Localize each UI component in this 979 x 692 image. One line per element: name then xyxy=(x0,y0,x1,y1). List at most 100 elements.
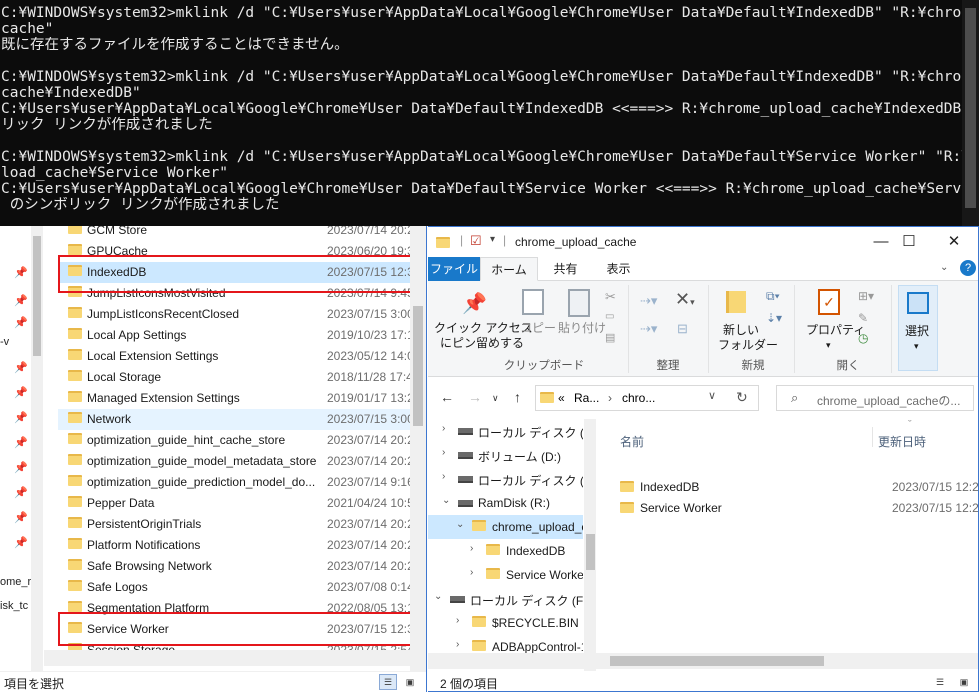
file-row[interactable]: Local Extension Settings 2023/05/12 14:0 xyxy=(58,346,410,367)
copy-path-icon[interactable]: ▭ xyxy=(605,311,614,322)
tree-item[interactable]: › ローカル ディスク (C:) xyxy=(428,419,583,443)
maximize-button[interactable]: ☐ xyxy=(889,231,929,253)
tree-item[interactable]: ⌄ chrome_upload_c xyxy=(428,515,583,539)
large-icons-view-button[interactable]: ▣ xyxy=(401,674,419,690)
open-group-label: 開く xyxy=(836,360,860,372)
file-row[interactable]: PersistentOriginTrials 2023/07/14 20:2 xyxy=(58,514,410,535)
chevron-right-icon[interactable]: › xyxy=(456,615,459,626)
ribbon-tabs: ファイル ホーム 共有 表示 ⌄ ? xyxy=(428,257,978,281)
column-divider[interactable] xyxy=(872,427,873,447)
recent-locations-icon[interactable]: ∨ xyxy=(492,393,499,404)
horizontal-scrollbar[interactable] xyxy=(428,653,978,669)
nav-item-partial[interactable]: ome_r xyxy=(0,576,31,588)
nav-item-partial[interactable]: -v xyxy=(0,336,9,348)
copy-to-icon[interactable]: ⇢▾ xyxy=(640,321,657,337)
chevron-right-icon[interactable]: › xyxy=(470,543,473,554)
tree-item[interactable]: › ボリューム (D:) xyxy=(428,443,583,467)
file-row[interactable]: Network 2023/07/15 3:00 xyxy=(58,409,410,430)
navigation-tree: › ローカル ディスク (C:) › ボリューム (D:) › ローカル ディスク (F:… xyxy=(428,419,596,671)
nav-item-partial[interactable]: isk_tc xyxy=(0,600,28,612)
tree-item[interactable]: › ローカル ディスク (F:) xyxy=(428,467,583,491)
tree-item[interactable]: › $RECYCLE.BIN xyxy=(428,611,583,635)
tab-view[interactable]: 表示 xyxy=(596,257,641,281)
chevron-right-icon[interactable]: › xyxy=(442,423,445,434)
file-row[interactable]: Safe Logos 2023/07/08 0:14 xyxy=(58,577,410,598)
open-icon[interactable]: ⊞▾ xyxy=(858,289,874,303)
ribbon-collapse-icon[interactable]: ⌄ xyxy=(940,262,948,273)
pin-icon: 📌 xyxy=(14,461,28,474)
file-list-scrollbar[interactable] xyxy=(410,226,426,671)
console-scrollbar[interactable] xyxy=(962,0,979,226)
easy-access-icon[interactable]: ⇣▾ xyxy=(766,311,782,325)
chevron-down-icon[interactable]: ∨ xyxy=(708,389,716,402)
file-row[interactable]: optimization_guide_prediction_model_do..… xyxy=(58,472,410,493)
file-list: 名前 ˇ 更新日時 IndexedDB 2023/07/15 12:27 Servi… xyxy=(606,419,978,671)
file-row[interactable]: optimization_guide_hint_cache_store 2023/… xyxy=(58,430,410,451)
breadcrumb-current[interactable]: chro... xyxy=(622,391,655,405)
rename-icon[interactable]: ⊟ xyxy=(677,321,688,337)
chevron-right-icon[interactable]: › xyxy=(456,639,459,650)
horizontal-scrollbar[interactable] xyxy=(44,650,410,666)
file-row[interactable]: JumpListIconsRecentClosed 2023/07/15 3:00 xyxy=(58,304,410,325)
chevron-right-icon[interactable]: › xyxy=(608,391,612,405)
column-header-name[interactable]: 名前 xyxy=(620,433,644,450)
file-row[interactable]: Pepper Data 2021/04/24 10:5 xyxy=(58,493,410,514)
file-row[interactable]: Managed Extension Settings 2019/01/17 13:… xyxy=(58,388,410,409)
search-box[interactable]: ⌕ chrome_upload_cacheの... xyxy=(776,385,974,411)
details-view-button[interactable]: ☰ xyxy=(931,674,949,690)
tree-item[interactable]: › Service Worker xyxy=(428,563,583,587)
delete-icon[interactable]: ✕▾ xyxy=(675,289,695,310)
tree-item-label: ローカル ディスク (C:) xyxy=(478,426,583,440)
console-line: のシンボリック リンクが作成されました xyxy=(1,197,280,213)
chevron-down-icon[interactable]: ⌄ xyxy=(456,519,464,530)
file-row[interactable]: optimization_guide_model_metadata_store 2… xyxy=(58,451,410,472)
chevron-right-icon[interactable]: › xyxy=(470,567,473,578)
cut-icon[interactable]: ✂ xyxy=(605,289,616,305)
back-arrow-icon[interactable]: ← xyxy=(440,389,454,405)
tree-item[interactable]: › IndexedDB xyxy=(428,539,583,563)
tree-item[interactable]: ⌄ ローカル ディスク (F:) xyxy=(428,587,583,611)
list-item[interactable]: IndexedDB 2023/07/15 12:27 xyxy=(618,477,978,498)
command-prompt[interactable]: C:¥WINDOWS¥system32>mklink /d "C:¥Users¥… xyxy=(0,0,979,226)
list-item[interactable]: Service Worker 2023/07/15 12:27 xyxy=(618,498,978,519)
refresh-icon[interactable]: ↻ xyxy=(736,389,748,406)
nav-scrollbar[interactable] xyxy=(31,226,43,671)
chevron-down-icon[interactable]: ⌄ xyxy=(434,591,442,602)
properties-quick-icon[interactable]: ☑ xyxy=(470,233,482,249)
quick-access-dropdown-icon[interactable]: ▾ xyxy=(490,234,495,245)
new-item-icon[interactable]: ⧉▾ xyxy=(766,289,780,304)
tab-home[interactable]: ホーム xyxy=(480,257,538,281)
column-header-date[interactable]: 更新日時 xyxy=(878,433,926,450)
tab-file[interactable]: ファイル xyxy=(428,257,480,281)
tab-share[interactable]: 共有 xyxy=(543,257,588,281)
file-row[interactable]: Local App Settings 2019/10/23 17:1 xyxy=(58,325,410,346)
history-icon[interactable]: ◷ xyxy=(858,331,868,345)
tree-scrollbar[interactable] xyxy=(584,419,596,671)
select-button[interactable]: 選択 ▾ xyxy=(898,285,938,371)
folder-icon xyxy=(68,349,82,362)
breadcrumb-overflow[interactable]: « xyxy=(558,391,565,405)
clipboard-icon xyxy=(568,289,590,317)
address-box[interactable]: « Ra... › chro... ∨ ↻ xyxy=(535,385,759,411)
edit-icon[interactable]: ✎ xyxy=(858,311,868,325)
chevron-down-icon[interactable]: ⌄ xyxy=(442,495,450,506)
file-row[interactable]: Safe Browsing Network 2023/07/14 20:2 xyxy=(58,556,410,577)
file-date: 2023/07/15 3:00 xyxy=(327,412,410,426)
large-icons-view-button[interactable]: ▣ xyxy=(955,674,973,690)
forward-arrow-icon[interactable]: → xyxy=(468,389,482,405)
details-view-button[interactable]: ☰ xyxy=(379,674,397,690)
folder-icon xyxy=(68,517,82,530)
file-row[interactable]: GCM Store 2023/07/14 20:2 xyxy=(58,226,410,241)
breadcrumb-ramdisk[interactable]: Ra... xyxy=(574,391,599,405)
paste-shortcut-icon[interactable]: ▤ xyxy=(605,331,615,344)
file-row[interactable]: Platform Notifications 2023/07/14 20:2 xyxy=(58,535,410,556)
file-row[interactable]: Local Storage 2018/11/28 17:4 xyxy=(58,367,410,388)
tree-item[interactable]: ⌄ RamDisk (R:) xyxy=(428,491,583,515)
folder-icon xyxy=(68,433,82,446)
up-arrow-icon[interactable]: ↑ xyxy=(514,389,521,405)
close-button[interactable]: ✕ xyxy=(934,231,974,253)
help-icon[interactable]: ? xyxy=(960,260,976,276)
chevron-right-icon[interactable]: › xyxy=(442,447,445,458)
chevron-right-icon[interactable]: › xyxy=(442,471,445,482)
move-to-icon[interactable]: ⇢▾ xyxy=(640,293,657,309)
